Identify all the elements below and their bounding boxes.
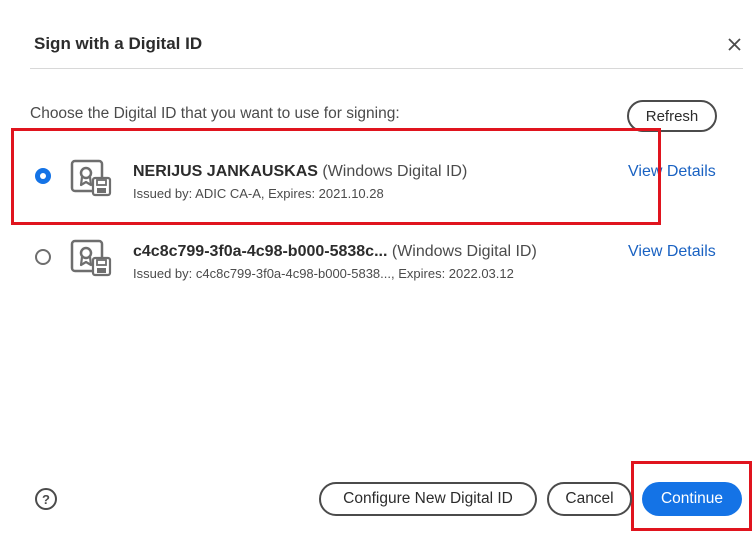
- help-icon[interactable]: ?: [35, 488, 57, 510]
- digital-id-row[interactable]: c4c8c799-3f0a-4c98-b000-5838c... (Window…: [0, 228, 753, 288]
- digital-id-issued: Issued by: ADIC CA-A, Expires: 2021.10.2…: [133, 186, 384, 201]
- title-divider: [30, 68, 743, 69]
- radio-unselected[interactable]: [35, 249, 51, 265]
- certificate-icon: [70, 159, 112, 197]
- sign-digital-id-dialog: Sign with a Digital ID Choose the Digita…: [0, 0, 753, 542]
- close-icon[interactable]: [724, 34, 744, 54]
- digital-id-name: NERIJUS JANKAUSKAS (Windows Digital ID): [133, 163, 467, 181]
- instruction-text: Choose the Digital ID that you want to u…: [30, 105, 400, 122]
- radio-selected[interactable]: [35, 168, 51, 184]
- id-type-text: (Windows Digital ID): [322, 163, 468, 180]
- digital-id-issued: Issued by: c4c8c799-3f0a-4c98-b000-5838.…: [133, 266, 514, 281]
- id-name-text: NERIJUS JANKAUSKAS: [133, 163, 318, 180]
- configure-new-digital-id-button[interactable]: Configure New Digital ID: [319, 482, 537, 516]
- view-details-link[interactable]: View Details: [628, 243, 716, 261]
- digital-id-name: c4c8c799-3f0a-4c98-b000-5838c... (Window…: [133, 243, 537, 261]
- continue-button[interactable]: Continue: [642, 482, 742, 516]
- digital-id-row[interactable]: NERIJUS JANKAUSKAS (Windows Digital ID) …: [0, 148, 753, 208]
- id-type-text: (Windows Digital ID): [391, 243, 537, 260]
- refresh-button[interactable]: Refresh: [627, 100, 717, 132]
- view-details-link[interactable]: View Details: [628, 163, 716, 181]
- dialog-title: Sign with a Digital ID: [34, 34, 203, 53]
- cancel-button[interactable]: Cancel: [547, 482, 632, 516]
- certificate-icon: [70, 239, 112, 277]
- id-name-text: c4c8c799-3f0a-4c98-b000-5838c...: [133, 243, 388, 260]
